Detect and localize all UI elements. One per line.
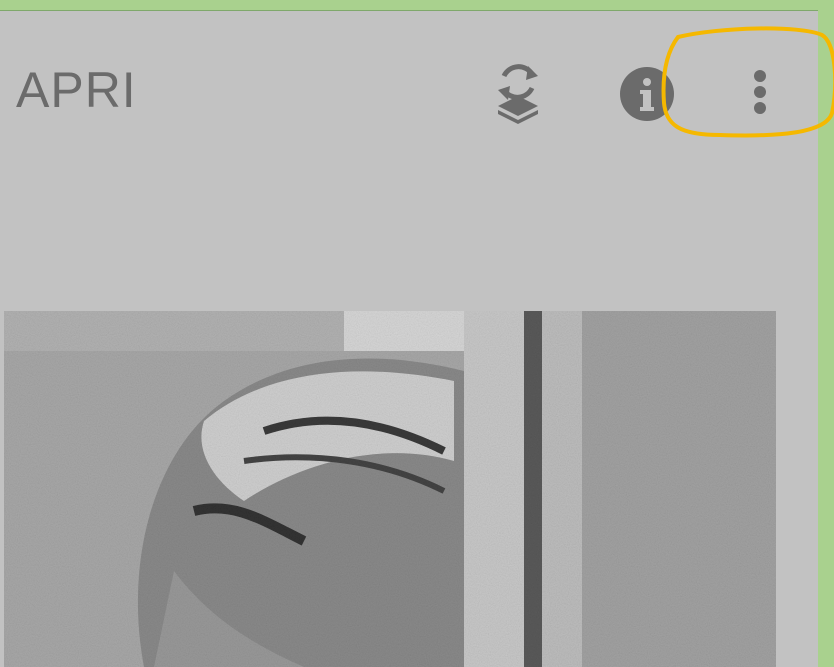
app-screen: APRI	[0, 10, 818, 667]
page-title: APRI	[16, 62, 137, 118]
app-bar: APRI	[0, 10, 818, 160]
layers-rotate-icon[interactable]	[492, 62, 544, 124]
top-divider	[0, 10, 818, 11]
info-icon[interactable]	[619, 66, 675, 122]
more-vert-icon[interactable]	[744, 66, 776, 122]
photo-image	[4, 311, 776, 667]
